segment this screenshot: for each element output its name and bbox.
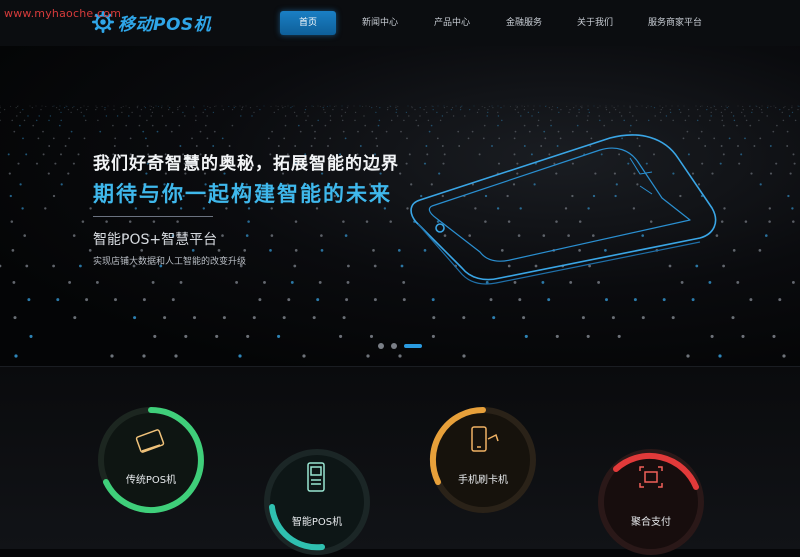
watermark: www.myhaoche.com bbox=[4, 7, 122, 20]
service-label: 传统POS机 bbox=[125, 475, 177, 486]
nav-finance[interactable]: 金融服务 bbox=[488, 11, 560, 35]
service-traditional-pos[interactable]: 传统POS机 bbox=[96, 405, 206, 515]
nav-home[interactable]: 首页 bbox=[280, 11, 336, 35]
service-label: 聚合支付 bbox=[631, 517, 671, 528]
nav-about[interactable]: 关于我们 bbox=[560, 11, 630, 35]
hero-subheadline: 期待与你一起构建智能的未来 bbox=[93, 182, 392, 206]
slide-dot-3[interactable] bbox=[404, 344, 422, 348]
service-ring bbox=[264, 449, 370, 555]
service-phone-card-reader[interactable]: 手机刷卡机 bbox=[428, 405, 538, 515]
pos-terminal-illustration bbox=[410, 134, 717, 285]
services-section: 传统POS机 智能POS机 手机刷卡机 聚合支付 bbox=[0, 366, 800, 555]
slide-dot-1[interactable] bbox=[378, 343, 384, 349]
hero-headline: 我们好奇智慧的奥秘，拓展智能的边界 bbox=[93, 154, 399, 174]
slider-pager bbox=[378, 343, 422, 349]
service-ring bbox=[429, 406, 536, 513]
hero-tagline: 智能POS+智慧平台 bbox=[93, 232, 218, 248]
nav-products[interactable]: 产品中心 bbox=[416, 11, 488, 35]
hero-banner: 我们好奇智慧的奥秘，拓展智能的边界 期待与你一起构建智能的未来 智能POS+智慧… bbox=[0, 46, 800, 366]
logo-text: 移动POS机 bbox=[118, 14, 212, 35]
service-smart-pos[interactable]: 智能POS机 bbox=[262, 447, 372, 557]
main-nav: 首页 新闻中心 产品中心 金融服务 关于我们 服务商家平台 bbox=[280, 11, 720, 35]
service-label: 智能POS机 bbox=[291, 517, 343, 528]
hero-divider bbox=[93, 216, 213, 217]
nav-merchant-platform[interactable]: 服务商家平台 bbox=[630, 11, 720, 35]
nav-news[interactable]: 新闻中心 bbox=[344, 11, 416, 35]
service-ring bbox=[98, 407, 204, 513]
hero-description: 实现店铺大数据和人工智能的改变升级 bbox=[93, 257, 247, 267]
service-label: 手机刷卡机 bbox=[458, 475, 508, 486]
service-aggregate-payment[interactable]: 聚合支付 bbox=[596, 447, 706, 557]
slide-dot-2[interactable] bbox=[391, 343, 397, 349]
service-ring bbox=[598, 449, 704, 555]
